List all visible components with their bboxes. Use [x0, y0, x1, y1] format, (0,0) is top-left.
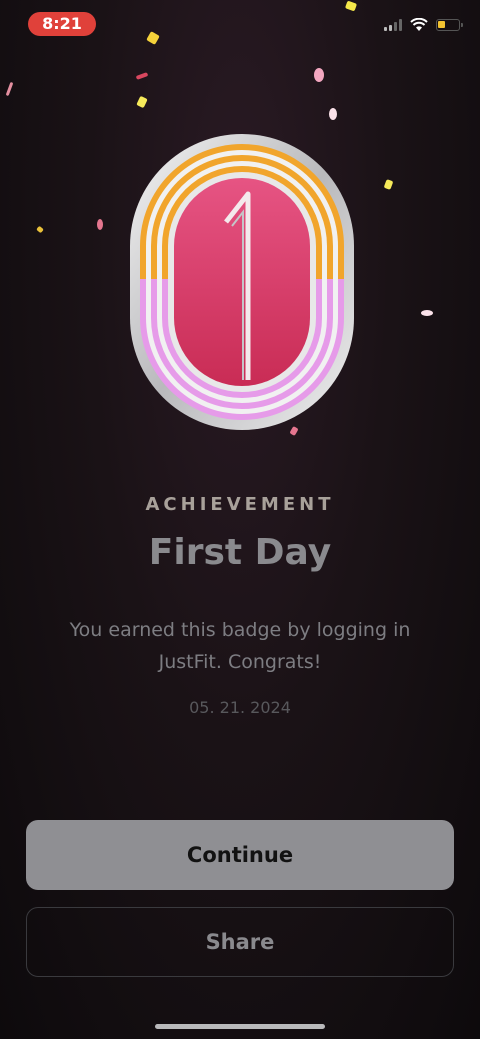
confetti-piece — [136, 95, 148, 109]
confetti-piece — [421, 310, 433, 316]
confetti-piece — [97, 219, 103, 230]
first-day-badge-icon — [130, 134, 354, 430]
status-time: 8:21 — [28, 12, 96, 36]
achievement-description: You earned this badge by logging in Just… — [69, 619, 411, 673]
confetti-piece — [314, 68, 324, 82]
battery-icon — [436, 19, 463, 31]
achievement-badge — [128, 132, 356, 432]
share-button[interactable]: Share — [26, 907, 454, 977]
cellular-signal-icon — [384, 19, 402, 31]
confetti-piece — [5, 81, 14, 97]
confetti-piece — [329, 108, 337, 120]
continue-button[interactable]: Continue — [26, 820, 454, 890]
wifi-icon — [410, 18, 428, 31]
home-indicator[interactable] — [155, 1024, 325, 1029]
confetti-piece — [383, 179, 394, 190]
status-icons — [384, 18, 463, 32]
achievement-date: 05. 21. 2024 — [189, 698, 291, 717]
achievement-eyebrow: ACHIEVEMENT — [145, 494, 335, 515]
status-bar: 8:21 — [0, 0, 480, 48]
achievement-title: First Day — [148, 532, 332, 573]
confetti-piece — [36, 225, 44, 234]
confetti-piece — [135, 72, 149, 80]
